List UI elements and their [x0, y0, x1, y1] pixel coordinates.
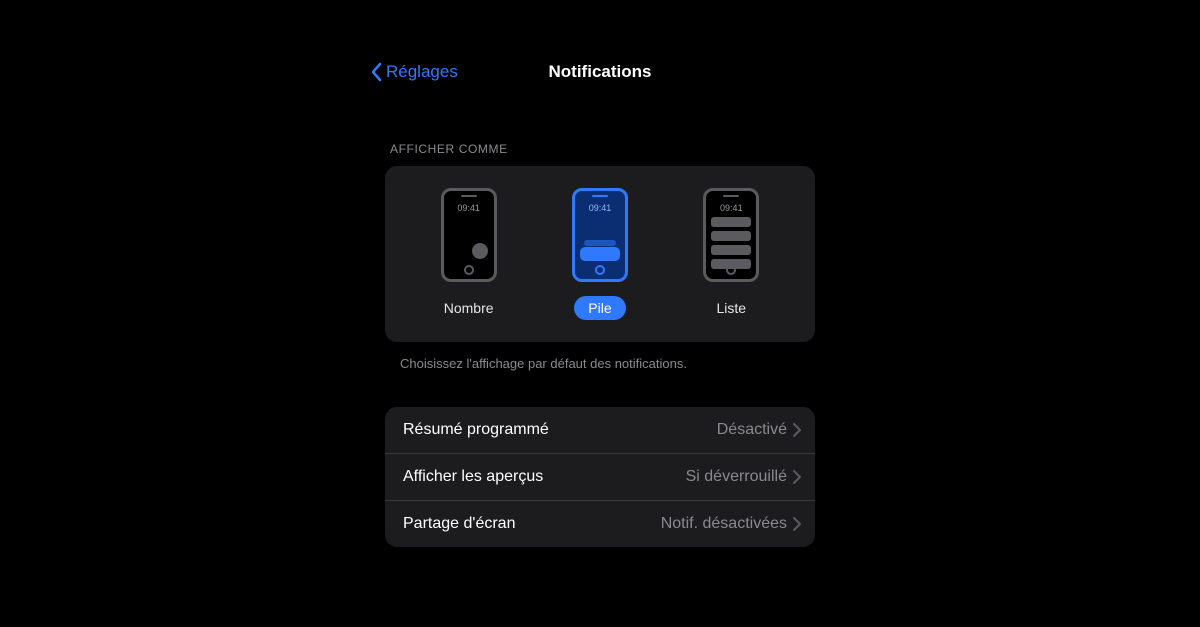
- list-icon: [711, 217, 751, 261]
- row-value: Si déverrouillé: [686, 468, 787, 486]
- display-option-label: Pile: [574, 296, 625, 320]
- row-value: Désactivé: [717, 421, 787, 439]
- back-label: Réglages: [386, 62, 458, 82]
- phone-clock: 09:41: [457, 203, 480, 213]
- phone-icon: 09:41: [703, 188, 759, 282]
- display-option-label: Nombre: [430, 296, 508, 320]
- display-option-stack[interactable]: 09:41 Pile: [540, 188, 660, 320]
- display-as-footnote: Choisissez l'affichage par défaut des no…: [370, 356, 830, 371]
- row-screen-sharing[interactable]: Partage d'écran Notif. désactivées: [385, 500, 815, 547]
- notification-settings-list: Résumé programmé Désactivé Afficher les …: [385, 407, 815, 547]
- chevron-right-icon: [793, 423, 801, 437]
- nav-bar: Réglages Notifications: [370, 50, 830, 94]
- row-label: Partage d'écran: [403, 515, 515, 533]
- display-option-list[interactable]: 09:41 Liste: [671, 188, 791, 320]
- settings-notifications-panel: Réglages Notifications AFFICHER COMME 09…: [370, 50, 830, 547]
- display-option-count[interactable]: 09:41 Nombre: [409, 188, 529, 320]
- phone-icon: 09:41: [572, 188, 628, 282]
- phone-clock: 09:41: [589, 203, 612, 213]
- row-value: Notif. désactivées: [661, 515, 787, 533]
- display-option-label: Liste: [703, 296, 761, 320]
- count-badge-icon: [472, 243, 488, 259]
- phone-icon: 09:41: [441, 188, 497, 282]
- row-show-previews[interactable]: Afficher les aperçus Si déverrouillé: [385, 453, 815, 500]
- chevron-right-icon: [793, 470, 801, 484]
- phone-clock: 09:41: [720, 203, 743, 213]
- row-label: Afficher les aperçus: [403, 468, 543, 486]
- row-label: Résumé programmé: [403, 421, 549, 439]
- chevron-right-icon: [793, 517, 801, 531]
- display-as-header: AFFICHER COMME: [370, 142, 830, 156]
- row-scheduled-summary[interactable]: Résumé programmé Désactivé: [385, 407, 815, 453]
- back-button[interactable]: Réglages: [370, 62, 458, 82]
- chevron-left-icon: [370, 62, 382, 82]
- display-as-card: 09:41 Nombre 09:41 Pile 09:41: [385, 166, 815, 342]
